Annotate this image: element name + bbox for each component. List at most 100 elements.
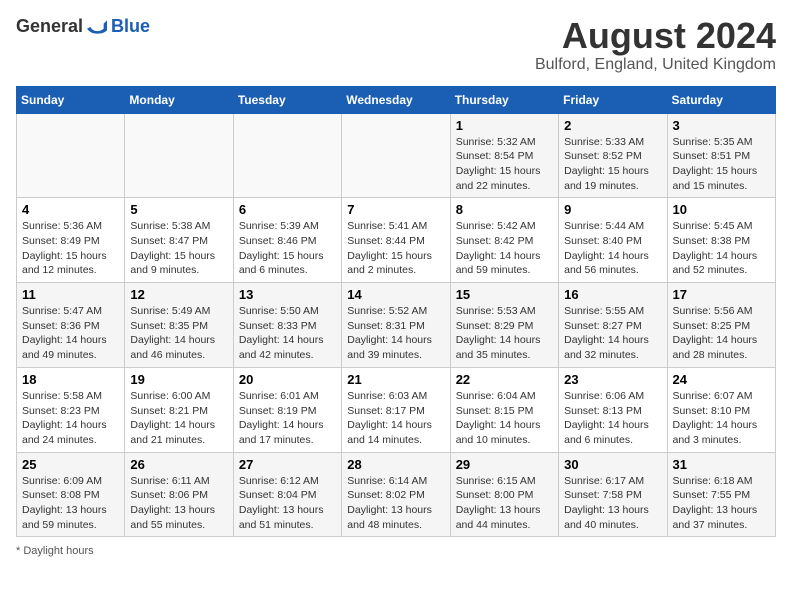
calendar-week-5: 25 Sunrise: 6:09 AM Sunset: 8:08 PM Dayli… [17,452,776,537]
day-info: Sunrise: 6:03 AM Sunset: 8:17 PM Dayligh… [347,389,444,448]
day-info: Sunrise: 5:47 AM Sunset: 8:36 PM Dayligh… [22,304,119,363]
calendar-table: SundayMondayTuesdayWednesdayThursdayFrid… [16,86,776,538]
col-header-wednesday: Wednesday [342,86,450,113]
calendar-cell: 19Sunrise: 6:00 AM Sunset: 8:21 PM Dayli… [125,367,233,452]
col-header-thursday: Thursday [450,86,558,113]
calendar-cell: 21 Sunrise: 6:03 AM Sunset: 8:17 PM Dayli… [342,367,450,452]
calendar-cell: 5 Sunrise: 5:38 AM Sunset: 8:47 PM Daylig… [125,198,233,283]
sub-title: Bulford, England, United Kingdom [535,56,776,74]
day-number: 2 [564,118,661,133]
day-number: 10 [673,202,770,217]
day-info: Sunrise: 5:52 AM Sunset: 8:31 PM Dayligh… [347,304,444,363]
day-number: 24 [673,372,770,387]
calendar-cell: 31 Sunrise: 6:18 AM Sunset: 7:55 PM Dayli… [667,452,775,537]
day-info: Sunrise: 5:38 AM Sunset: 8:47 PM Dayligh… [130,219,227,278]
day-number: 4 [22,202,119,217]
day-info: Sunrise: 6:11 AM Sunset: 8:06 PM Dayligh… [130,474,227,533]
calendar-week-3: 11 Sunrise: 5:47 AM Sunset: 8:36 PM Dayli… [17,283,776,368]
calendar-cell [17,113,125,198]
day-number: 11 [22,287,119,302]
calendar-cell: 24 Sunrise: 6:07 AM Sunset: 8:10 PM Dayli… [667,367,775,452]
logo-text-general: General [16,16,83,37]
calendar-cell: 11 Sunrise: 5:47 AM Sunset: 8:36 PM Dayli… [17,283,125,368]
calendar-week-4: 18Sunrise: 5:58 AM Sunset: 8:23 PM Dayli… [17,367,776,452]
day-number: 14 [347,287,444,302]
day-number: 6 [239,202,336,217]
calendar-cell: 20Sunrise: 6:01 AM Sunset: 8:19 PM Dayli… [233,367,341,452]
col-header-sunday: Sunday [17,86,125,113]
day-info: Sunrise: 5:53 AM Sunset: 8:29 PM Dayligh… [456,304,553,363]
day-info: Sunrise: 5:39 AM Sunset: 8:46 PM Dayligh… [239,219,336,278]
day-info: Sunrise: 5:44 AM Sunset: 8:40 PM Dayligh… [564,219,661,278]
day-info: Sunrise: 6:04 AM Sunset: 8:15 PM Dayligh… [456,389,553,448]
day-info: Sunrise: 5:35 AM Sunset: 8:51 PM Dayligh… [673,135,770,194]
day-number: 18 [22,372,119,387]
calendar-cell: 14 Sunrise: 5:52 AM Sunset: 8:31 PM Dayli… [342,283,450,368]
calendar-cell: 6 Sunrise: 5:39 AM Sunset: 8:46 PM Daylig… [233,198,341,283]
calendar-week-1: 1 Sunrise: 5:32 AM Sunset: 8:54 PM Daylig… [17,113,776,198]
calendar-cell: 15 Sunrise: 5:53 AM Sunset: 8:29 PM Dayli… [450,283,558,368]
day-info: Sunrise: 6:18 AM Sunset: 7:55 PM Dayligh… [673,474,770,533]
day-info: Sunrise: 6:06 AM Sunset: 8:13 PM Dayligh… [564,389,661,448]
calendar-cell: 8 Sunrise: 5:42 AM Sunset: 8:42 PM Daylig… [450,198,558,283]
calendar-cell: 12Sunrise: 5:49 AM Sunset: 8:35 PM Dayli… [125,283,233,368]
day-info: Sunrise: 6:09 AM Sunset: 8:08 PM Dayligh… [22,474,119,533]
calendar-cell: 3 Sunrise: 5:35 AM Sunset: 8:51 PM Daylig… [667,113,775,198]
day-info: Sunrise: 6:14 AM Sunset: 8:02 PM Dayligh… [347,474,444,533]
day-number: 31 [673,457,770,472]
calendar-cell: 18Sunrise: 5:58 AM Sunset: 8:23 PM Dayli… [17,367,125,452]
logo: General Blue [16,16,150,37]
day-number: 1 [456,118,553,133]
day-number: 5 [130,202,227,217]
day-number: 13 [239,287,336,302]
day-info: Sunrise: 5:50 AM Sunset: 8:33 PM Dayligh… [239,304,336,363]
calendar-cell: 13 Sunrise: 5:50 AM Sunset: 8:33 PM Dayli… [233,283,341,368]
calendar-cell: 28 Sunrise: 6:14 AM Sunset: 8:02 PM Dayli… [342,452,450,537]
day-number: 9 [564,202,661,217]
day-info: Sunrise: 5:32 AM Sunset: 8:54 PM Dayligh… [456,135,553,194]
logo-icon [87,17,107,37]
col-header-tuesday: Tuesday [233,86,341,113]
day-info: Sunrise: 6:17 AM Sunset: 7:58 PM Dayligh… [564,474,661,533]
day-number: 15 [456,287,553,302]
calendar-cell: 17Sunrise: 5:56 AM Sunset: 8:25 PM Dayli… [667,283,775,368]
day-number: 8 [456,202,553,217]
col-header-saturday: Saturday [667,86,775,113]
day-number: 3 [673,118,770,133]
calendar-cell: 4Sunrise: 5:36 AM Sunset: 8:49 PM Daylig… [17,198,125,283]
calendar-cell: 9 Sunrise: 5:44 AM Sunset: 8:40 PM Daylig… [559,198,667,283]
calendar-cell: 26 Sunrise: 6:11 AM Sunset: 8:06 PM Dayli… [125,452,233,537]
calendar-cell: 2 Sunrise: 5:33 AM Sunset: 8:52 PM Daylig… [559,113,667,198]
day-number: 25 [22,457,119,472]
logo-text-blue: Blue [111,16,150,37]
day-number: 26 [130,457,227,472]
day-info: Sunrise: 5:55 AM Sunset: 8:27 PM Dayligh… [564,304,661,363]
calendar-cell [125,113,233,198]
day-info: Sunrise: 5:42 AM Sunset: 8:42 PM Dayligh… [456,219,553,278]
day-info: Sunrise: 5:49 AM Sunset: 8:35 PM Dayligh… [130,304,227,363]
day-info: Sunrise: 6:01 AM Sunset: 8:19 PM Dayligh… [239,389,336,448]
calendar-cell: 7 Sunrise: 5:41 AM Sunset: 8:44 PM Daylig… [342,198,450,283]
day-info: Sunrise: 5:41 AM Sunset: 8:44 PM Dayligh… [347,219,444,278]
footer-note-text: Daylight hours [23,545,93,557]
day-number: 22 [456,372,553,387]
day-number: 28 [347,457,444,472]
day-number: 29 [456,457,553,472]
day-info: Sunrise: 6:07 AM Sunset: 8:10 PM Dayligh… [673,389,770,448]
day-info: Sunrise: 5:45 AM Sunset: 8:38 PM Dayligh… [673,219,770,278]
col-header-monday: Monday [125,86,233,113]
calendar-cell: 27Sunrise: 6:12 AM Sunset: 8:04 PM Dayli… [233,452,341,537]
calendar-header-row: SundayMondayTuesdayWednesdayThursdayFrid… [17,86,776,113]
day-number: 7 [347,202,444,217]
calendar-cell: 30 Sunrise: 6:17 AM Sunset: 7:58 PM Dayli… [559,452,667,537]
header: General Blue August 2024 Bulford, Englan… [16,16,776,74]
day-info: Sunrise: 5:56 AM Sunset: 8:25 PM Dayligh… [673,304,770,363]
calendar-week-2: 4Sunrise: 5:36 AM Sunset: 8:49 PM Daylig… [17,198,776,283]
calendar-cell [342,113,450,198]
calendar-cell: 23Sunrise: 6:06 AM Sunset: 8:13 PM Dayli… [559,367,667,452]
day-number: 21 [347,372,444,387]
calendar-cell: 29Sunrise: 6:15 AM Sunset: 8:00 PM Dayli… [450,452,558,537]
day-number: 19 [130,372,227,387]
day-number: 30 [564,457,661,472]
day-info: Sunrise: 5:33 AM Sunset: 8:52 PM Dayligh… [564,135,661,194]
